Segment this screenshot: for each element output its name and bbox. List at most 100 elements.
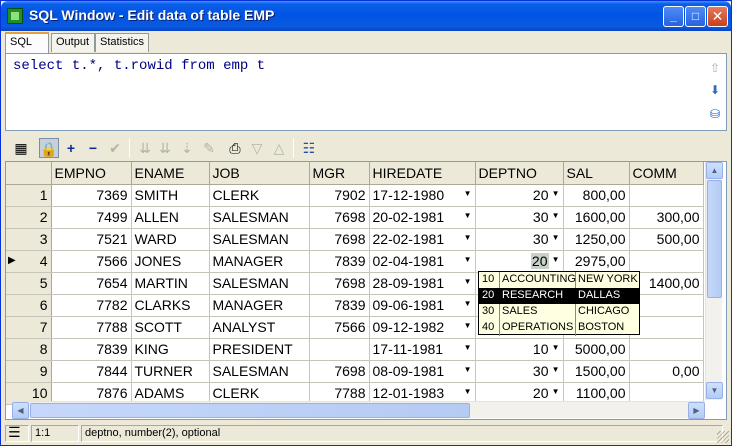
comm-cell[interactable]: 1400,00	[629, 272, 704, 295]
sal-cell[interactable]: 1500,00	[563, 360, 630, 383]
dropdown-arrow-icon[interactable]: ▼	[464, 277, 472, 286]
ename-cell[interactable]: MARTIN	[131, 272, 210, 295]
dropdown-arrow-icon[interactable]: ▼	[464, 189, 472, 198]
deptno-cell[interactable]: 30 ▼	[475, 228, 564, 251]
empno-cell[interactable]: 7521	[51, 228, 132, 251]
hiredate-cell[interactable]: 09-06-1981 ▼	[369, 294, 476, 317]
dropdown-arrow-icon[interactable]: ▼	[552, 343, 560, 352]
dropdown-arrow-icon[interactable]: ▼	[464, 233, 472, 242]
mgr-cell[interactable]: 7839	[309, 250, 370, 273]
deptno-cell[interactable]: 20 ▼	[475, 184, 564, 207]
sal-cell[interactable]: 2975,00	[563, 250, 630, 273]
last-record-icon[interactable]: ⇊	[155, 138, 175, 158]
ename-cell[interactable]: SMITH	[131, 184, 210, 207]
comm-cell[interactable]	[629, 184, 704, 207]
deptno-cell[interactable]: 10 ▼	[475, 338, 564, 361]
ename-cell[interactable]: ALLEN	[131, 206, 210, 229]
fetch-icon[interactable]: ⇣	[177, 138, 197, 158]
scroll-right-button[interactable]: ▶	[688, 402, 705, 419]
ename-cell[interactable]: WARD	[131, 228, 210, 251]
job-cell[interactable]: SALESMAN	[209, 272, 310, 295]
deptno-cell[interactable]: 20 ▼	[475, 250, 564, 273]
tab-sql[interactable]: SQL	[5, 32, 49, 53]
filter-down-icon[interactable]: ▽	[247, 138, 267, 158]
dropdown-arrow-icon[interactable]: ▼	[464, 255, 472, 264]
comm-cell[interactable]: 500,00	[629, 228, 704, 251]
dropdown-arrow-icon[interactable]: ▼	[552, 255, 560, 264]
mgr-cell[interactable]: 7698	[309, 272, 370, 295]
up-arrow-icon[interactable]: ⇧	[707, 60, 723, 76]
comm-cell[interactable]	[629, 338, 704, 361]
table-row[interactable]: 4 ▶ 7566 JONES MANAGER 7839 02-04-1981 ▼ 20 ▼ 2975…	[6, 250, 704, 273]
vertical-scrollbar[interactable]: ▲ ▼	[705, 162, 723, 400]
ename-cell[interactable]: TURNER	[131, 360, 210, 383]
vertical-scroll-thumb[interactable]	[707, 180, 722, 298]
mgr-cell[interactable]: 7698	[309, 360, 370, 383]
lov-option[interactable]: 30 SALES CHICAGO	[479, 304, 639, 320]
status-menu-icon[interactable]: ☰	[5, 425, 29, 442]
dropdown-arrow-icon[interactable]: ▼	[552, 211, 560, 220]
job-cell[interactable]: SALESMAN	[209, 360, 310, 383]
clear-icon[interactable]: ✎	[199, 138, 219, 158]
horizontal-scroll-thumb[interactable]	[30, 403, 470, 418]
row-number[interactable]: 1	[6, 184, 52, 207]
mgr-cell[interactable]: 7698	[309, 206, 370, 229]
column-header-comm[interactable]: COMM	[629, 162, 704, 185]
column-header-hiredate[interactable]: HIREDATE	[369, 162, 476, 185]
table-row[interactable]: 1 7369 SMITH CLERK 7902 17-12-1980 ▼ 20 ▼ 800,00	[6, 184, 704, 207]
hiredate-cell[interactable]: 09-12-1982 ▼	[369, 316, 476, 339]
empno-cell[interactable]: 7369	[51, 184, 132, 207]
add-record-icon[interactable]: +	[61, 138, 81, 158]
column-header-empno[interactable]: EMPNO	[51, 162, 132, 185]
dropdown-arrow-icon[interactable]: ▼	[464, 365, 472, 374]
dropdown-arrow-icon[interactable]: ▼	[464, 387, 472, 396]
grid-select-icon[interactable]: ▦	[11, 138, 31, 158]
column-header-ename[interactable]: ENAME	[131, 162, 210, 185]
tab-statistics[interactable]: Statistics	[95, 33, 149, 52]
hiredate-cell[interactable]: 08-09-1981 ▼	[369, 360, 476, 383]
hiredate-cell[interactable]: 17-11-1981 ▼	[369, 338, 476, 361]
table-row[interactable]: 8 7839 KING PRESIDENT 17-11-1981 ▼ 10 ▼ 5000,00	[6, 338, 704, 361]
empno-cell[interactable]: 7839	[51, 338, 132, 361]
data-grid[interactable]: EMPNO ENAME JOB MGR HIREDATE DEPTNO SAL …	[5, 161, 727, 420]
row-number[interactable]: 4 ▶	[6, 250, 52, 273]
empno-cell[interactable]: 7654	[51, 272, 132, 295]
hiredate-cell[interactable]: 17-12-1980 ▼	[369, 184, 476, 207]
comm-cell[interactable]	[629, 316, 704, 339]
sal-cell[interactable]: 5000,00	[563, 338, 630, 361]
hiredate-cell[interactable]: 02-04-1981 ▼	[369, 250, 476, 273]
mgr-cell[interactable]: 7902	[309, 184, 370, 207]
sql-editor[interactable]: select t.*, t.rowid from emp t ⇧ ⬇ ⛁	[5, 53, 727, 131]
job-cell[interactable]: PRESIDENT	[209, 338, 310, 361]
comm-cell[interactable]	[629, 294, 704, 317]
row-number[interactable]: 7	[6, 316, 52, 339]
deptno-cell[interactable]: 30 ▼	[475, 360, 564, 383]
row-number[interactable]: 5	[6, 272, 52, 295]
dropdown-arrow-icon[interactable]: ▼	[464, 299, 472, 308]
column-header-sal[interactable]: SAL	[563, 162, 630, 185]
empno-cell[interactable]: 7499	[51, 206, 132, 229]
resize-grip[interactable]	[717, 431, 729, 443]
sal-cell[interactable]: 800,00	[563, 184, 630, 207]
minimize-button[interactable]: _	[663, 6, 684, 27]
sal-cell[interactable]: 1600,00	[563, 206, 630, 229]
close-button[interactable]: ✕	[707, 6, 728, 27]
column-header-mgr[interactable]: MGR	[309, 162, 370, 185]
sal-cell[interactable]: 1250,00	[563, 228, 630, 251]
row-number[interactable]: 9	[6, 360, 52, 383]
lov-option[interactable]: 10 ACCOUNTING NEW YORK	[479, 272, 639, 288]
lov-option[interactable]: 20 RESEARCH DALLAS	[479, 288, 639, 304]
table-row[interactable]: 9 7844 TURNER SALESMAN 7698 08-09-1981 ▼ 30 ▼ 150…	[6, 360, 704, 383]
column-header-rownum[interactable]	[6, 162, 52, 185]
tab-output[interactable]: Output	[51, 33, 95, 52]
row-number[interactable]: 3	[6, 228, 52, 251]
job-cell[interactable]: ANALYST	[209, 316, 310, 339]
dropdown-arrow-icon[interactable]: ▼	[464, 343, 472, 352]
mgr-cell[interactable]: 7566	[309, 316, 370, 339]
mgr-cell[interactable]: 7698	[309, 228, 370, 251]
empno-cell[interactable]: 7566	[51, 250, 132, 273]
dropdown-arrow-icon[interactable]: ▼	[464, 211, 472, 220]
ename-cell[interactable]: SCOTT	[131, 316, 210, 339]
ename-cell[interactable]: KING	[131, 338, 210, 361]
empno-cell[interactable]: 7844	[51, 360, 132, 383]
